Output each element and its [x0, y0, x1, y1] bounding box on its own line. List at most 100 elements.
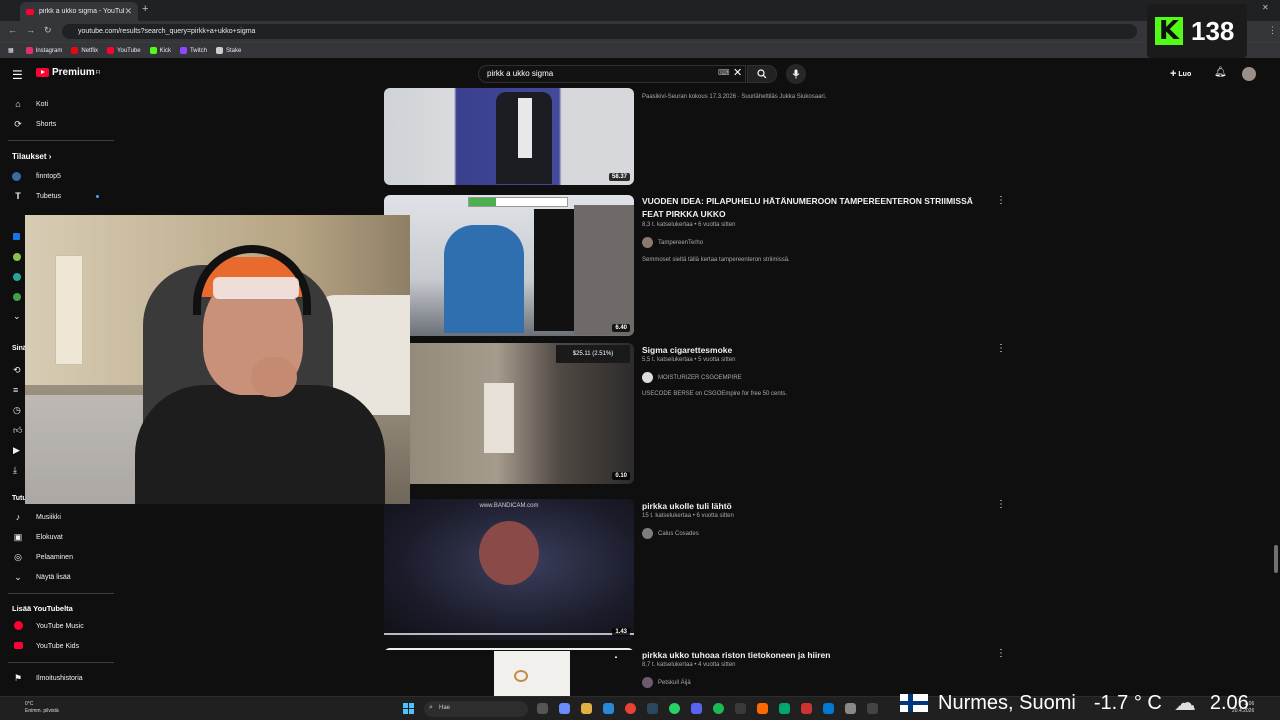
- subscriptions-heading[interactable]: Tilaukset ›: [12, 152, 51, 161]
- sidebar-item-tubetus[interactable]: T Tubetus: [0, 186, 118, 206]
- channel-link[interactable]: MOISTURIZER CSGOEMPIRE: [642, 372, 742, 383]
- windows-start-icon[interactable]: [403, 703, 414, 714]
- sidebar-item-show-more[interactable]: ⌄ Näytä lisää: [0, 567, 118, 587]
- steam-icon[interactable]: [647, 703, 658, 714]
- reload-icon[interactable]: ↻: [44, 25, 52, 36]
- tab-close-icon[interactable]: ✕: [124, 6, 132, 17]
- watch-later-icon[interactable]: ◷: [13, 405, 21, 416]
- copilot-icon[interactable]: [559, 703, 570, 714]
- sidebar-item-youtube-music[interactable]: YouTube Music: [0, 616, 118, 636]
- liked-videos-icon[interactable]: 👍︎: [13, 425, 22, 436]
- app-icon[interactable]: [779, 703, 790, 714]
- history-icon[interactable]: ⟲: [13, 365, 21, 376]
- video-thumbnail[interactable]: ▲: [384, 648, 634, 696]
- task-view-icon[interactable]: [537, 703, 548, 714]
- sidebar-item-report-history[interactable]: ⚑ Ilmoitushistoria: [0, 668, 118, 688]
- discord-icon[interactable]: [691, 703, 702, 714]
- mail-icon[interactable]: [603, 703, 614, 714]
- keyboard-icon[interactable]: ⌨: [718, 68, 730, 77]
- bookmark-netflix[interactable]: Netflix: [71, 47, 98, 54]
- channel-icon[interactable]: [13, 233, 20, 240]
- sidebar-item-youtube-kids[interactable]: YouTube Kids: [0, 636, 118, 656]
- more-actions-icon[interactable]: ⋮: [996, 343, 1006, 354]
- apps-icon[interactable]: ▦: [8, 47, 14, 54]
- sidebar-item-home[interactable]: ⌂ Koti: [0, 94, 118, 114]
- youtube-premium-logo[interactable]: Premium FI: [36, 67, 100, 78]
- downloads-icon[interactable]: ⤓: [13, 465, 17, 476]
- search-button[interactable]: [747, 65, 777, 83]
- thumbnail-bar: [384, 648, 634, 650]
- scrollbar-thumb[interactable]: [1274, 545, 1278, 573]
- your-videos-icon[interactable]: ▶: [13, 445, 20, 456]
- more-actions-icon[interactable]: ⋮: [996, 648, 1004, 659]
- video-title[interactable]: VUODEN IDEA: PILAPUHELU HÄTÄNUMEROON TAM…: [642, 195, 982, 221]
- streamnerd-watermark: ▲: [614, 654, 618, 659]
- sidebar-item-music[interactable]: ♪ Musiikki: [0, 507, 118, 527]
- chrome-icon[interactable]: [625, 703, 636, 714]
- back-icon[interactable]: ←: [8, 25, 17, 35]
- sidebar-item-movies[interactable]: ▣ Elokuvat: [0, 527, 118, 547]
- bookmark-youtube[interactable]: YouTube: [107, 47, 141, 54]
- file-explorer-icon[interactable]: [581, 703, 592, 714]
- video-thumbnail[interactable]: $25.11 (2.51%) 0.10: [384, 343, 634, 484]
- sidebar-item-gaming[interactable]: ◎ Pelaaminen: [0, 547, 118, 567]
- url-field[interactable]: youtube.com/results?search_query=pirkk+a…: [62, 24, 1137, 39]
- thumbnail-frame: [494, 651, 570, 696]
- video-thumbnail[interactable]: www.BANDICAM.com 1.43: [384, 499, 634, 640]
- bookmark-stake[interactable]: Stake: [215, 47, 241, 54]
- notifications-bell-icon[interactable]: 🔔︎: [1214, 67, 1227, 78]
- app-icon[interactable]: [845, 703, 856, 714]
- weather-temp: 0°C: [25, 701, 34, 707]
- video-thumbnail[interactable]: 6.40: [384, 195, 634, 336]
- chevron-down-icon[interactable]: ⌄: [13, 311, 21, 322]
- bookmark-instagram[interactable]: Instagram: [25, 47, 62, 54]
- more-actions-icon[interactable]: ⋮: [996, 195, 1006, 206]
- app-icon[interactable]: [867, 703, 878, 714]
- browser-menu-icon[interactable]: ⋮: [1268, 25, 1277, 36]
- video-thumbnail[interactable]: 58.37: [384, 88, 634, 185]
- hamburger-menu-icon[interactable]: ☰: [12, 68, 23, 82]
- video-result[interactable]: $25.11 (2.51%) 0.10 Sigma cigarettesmoke…: [384, 343, 1006, 485]
- video-title[interactable]: pirkka ukko tuhoaa riston tietokoneen ja…: [642, 649, 982, 662]
- video-description: USECODE BERSE on CSGOEmpire for free 50 …: [642, 391, 788, 397]
- video-result[interactable]: 6.40 VUODEN IDEA: PILAPUHELU HÄTÄNUMEROO…: [384, 195, 1006, 337]
- video-result[interactable]: www.BANDICAM.com 1.43 pirkka ukolle tuli…: [384, 499, 1006, 641]
- app-icon[interactable]: [757, 703, 768, 714]
- more-actions-icon[interactable]: ⋮: [996, 499, 1006, 510]
- video-result[interactable]: 58.37 Paasikivi-Seuran kokous 17.3.2026 …: [384, 88, 1004, 188]
- channel-link[interactable]: Petskull Äijä: [642, 677, 691, 688]
- search-input[interactable]: pirkk a ukko sigma: [478, 65, 746, 83]
- video-title[interactable]: Sigma cigarettesmoke: [642, 344, 982, 357]
- page-scrollbar[interactable]: [1272, 90, 1280, 696]
- channel-icon[interactable]: [13, 253, 21, 261]
- whatsapp-icon[interactable]: [669, 703, 680, 714]
- taskbar-search[interactable]: ⌕ Hae: [424, 701, 528, 717]
- channel-icon[interactable]: [13, 293, 21, 301]
- channel-link[interactable]: TampereenTerho: [642, 237, 703, 248]
- sidebar-item-finntop5[interactable]: finntop5: [0, 166, 118, 186]
- bookmark-kick[interactable]: Kick: [149, 47, 171, 54]
- channel-icon[interactable]: [13, 273, 21, 281]
- taskbar-weather-widget[interactable]: 0°C Enimm. pilvistä: [25, 701, 59, 715]
- obs-icon[interactable]: [735, 703, 746, 714]
- spotify-icon[interactable]: [713, 703, 724, 714]
- thumbnail-ring: [514, 670, 528, 682]
- video-title[interactable]: pirkka ukolle tuli lähtö: [642, 500, 982, 513]
- create-button[interactable]: + Luo: [1170, 68, 1191, 80]
- channel-link[interactable]: Calus Cosades: [642, 528, 699, 539]
- account-avatar[interactable]: [1242, 67, 1256, 81]
- browser-tab[interactable]: pirkk a ukko sigma - YouTube ✕: [20, 2, 138, 21]
- address-bar-row: ← → ↻ youtube.com/results?search_query=p…: [0, 21, 1280, 42]
- playlists-icon[interactable]: ≡: [13, 385, 18, 395]
- forward-icon[interactable]: →: [26, 25, 35, 35]
- app-icon[interactable]: [823, 703, 834, 714]
- more-from-youtube-heading: Lisää YouTubelta: [12, 604, 73, 613]
- sidebar-item-shorts[interactable]: ⟳ Shorts: [0, 114, 118, 134]
- bookmark-twitch[interactable]: Twitch: [179, 47, 207, 54]
- new-tab-button[interactable]: +: [142, 3, 148, 15]
- app-icon[interactable]: [801, 703, 812, 714]
- window-close-icon[interactable]: ✕: [1262, 3, 1269, 12]
- clear-search-icon[interactable]: ✕: [733, 66, 742, 79]
- voice-search-button[interactable]: [786, 64, 806, 84]
- thumbnail-person-right: [574, 205, 634, 335]
